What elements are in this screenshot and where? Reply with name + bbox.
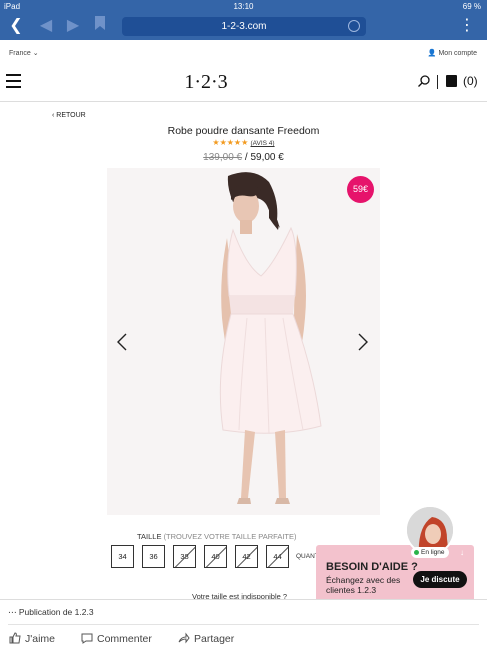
star-rating-icon: ★★★★★ [212, 138, 249, 147]
online-status-label: En ligne [421, 549, 445, 556]
back-link[interactable]: ‹ RETOUR [52, 112, 86, 119]
dress-model-illustration [107, 168, 380, 515]
divider [8, 624, 479, 625]
reload-icon[interactable] [348, 20, 360, 32]
carousel-next-icon[interactable] [358, 333, 368, 351]
account-link[interactable]: 👤 Mon compte [428, 49, 477, 57]
battery-level: 69 % [462, 2, 481, 11]
product-price: 139,00 € / 59,00 € [0, 152, 487, 163]
thumbs-up-icon [9, 632, 21, 644]
share-icon [178, 632, 190, 644]
search-icon[interactable] [418, 75, 430, 87]
facebook-post-bar: ⋯ Publication de 1.2.3 J'aime Commenter … [0, 599, 487, 650]
product-rating: ★★★★★ (AVIS 4) [0, 138, 487, 147]
top-utility-bar: France ⌄ 👤 Mon compte [0, 44, 487, 62]
chat-start-button[interactable]: Je discute [413, 571, 467, 588]
status-bar: iPad 13:10 69 % [0, 0, 487, 13]
browser-toolbar: ❮ ◀ ▶ 1-2-3.com ⋮ [0, 13, 487, 40]
size-option[interactable]: 36 [142, 545, 165, 568]
address-bar[interactable]: 1-2-3.com [122, 17, 366, 36]
publication-label: ⋯ Publication de 1.2.3 [8, 607, 94, 618]
clock: 13:10 [233, 2, 254, 11]
cart-count[interactable]: (0) [463, 74, 478, 88]
prev-arrow-icon[interactable]: ◀ [36, 15, 56, 37]
size-option-unavailable[interactable]: 38 [173, 545, 196, 568]
size-guide-link[interactable]: (TROUVEZ VOTRE TAILLE PARFAITE) [164, 532, 297, 541]
online-dot-icon [414, 549, 419, 555]
chevron-down-icon: ⌄ [32, 50, 39, 57]
comment-label: Commenter [97, 633, 152, 645]
like-label: J'aime [25, 633, 56, 645]
product-title: Robe poudre dansante Freedom [167, 125, 320, 137]
comment-button[interactable]: Commenter [81, 632, 152, 645]
old-price: 139,00 € [203, 152, 243, 163]
share-button[interactable]: Partager [178, 632, 234, 645]
country-selector[interactable]: France ⌄ [9, 49, 39, 57]
publication-text: Publication de 1.2.3 [18, 607, 94, 617]
logo-text: 1·2·3 [184, 71, 228, 93]
header-divider [437, 75, 438, 89]
share-label: Partager [194, 633, 235, 645]
country-label: France [9, 50, 31, 57]
size-option-unavailable[interactable]: 40 [204, 545, 227, 568]
reviews-link[interactable]: (AVIS 4) [251, 140, 275, 147]
url-text: 1-2-3.com [221, 21, 267, 32]
dots-icon: ⋯ [8, 607, 17, 617]
shopping-bag-icon[interactable] [446, 75, 457, 87]
online-status: En ligne [411, 547, 449, 558]
price-badge: 59€ [347, 176, 374, 203]
size-option-unavailable[interactable]: 42 [235, 545, 258, 568]
size-option-unavailable[interactable]: 44 [266, 545, 289, 568]
brand-logo[interactable]: 1·2·3 [181, 71, 231, 99]
like-button[interactable]: J'aime [9, 632, 55, 645]
hamburger-menu-icon[interactable] [6, 74, 21, 88]
back-arrow-icon[interactable]: ❮ [6, 15, 26, 37]
chat-description: Échangez avec des clientes 1.2.3 [326, 575, 401, 595]
carousel-prev-icon[interactable] [117, 333, 127, 351]
forward-arrow-icon[interactable]: ▶ [63, 15, 83, 37]
chat-title: BESOIN D'AIDE ? [326, 561, 418, 573]
size-title: TAILLE [137, 532, 162, 541]
size-label: TAILLE (TROUVEZ VOTRE TAILLE PARFAITE) [137, 532, 297, 541]
product-image[interactable] [107, 168, 380, 515]
size-option[interactable]: 34 [111, 545, 134, 568]
account-label: Mon compte [438, 50, 477, 57]
bookmark-icon[interactable] [90, 15, 110, 37]
more-menu-icon[interactable]: ⋮ [457, 15, 477, 37]
chat-minimize-icon[interactable]: ↓ [460, 548, 464, 557]
sale-price: 59,00 € [250, 152, 284, 163]
site-header: 1·2·3 (0) [0, 62, 487, 102]
user-icon: 👤 [427, 50, 437, 57]
comment-icon [81, 633, 93, 644]
